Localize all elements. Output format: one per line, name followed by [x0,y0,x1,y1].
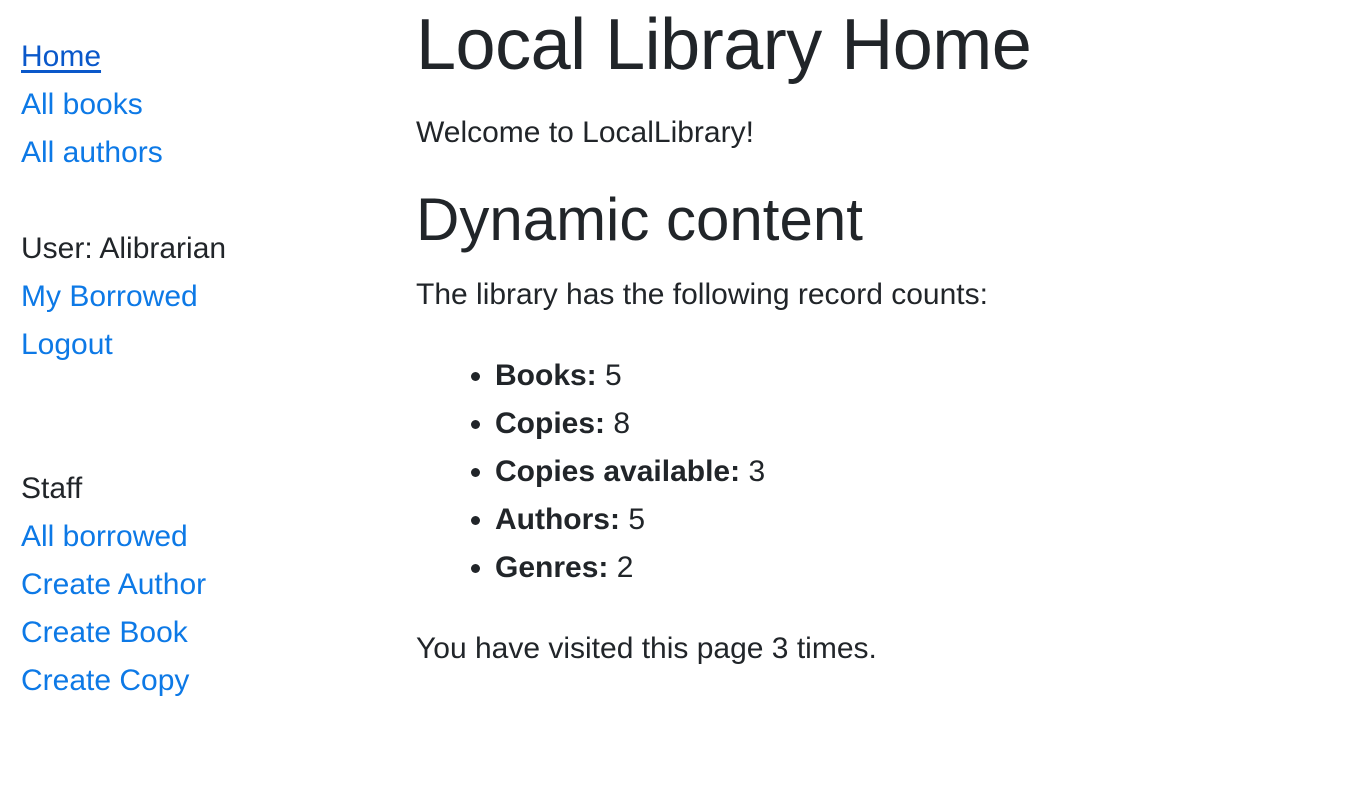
welcome-text: Welcome to LocalLibrary! [416,116,754,149]
nav-link-all-authors[interactable]: All authors [21,136,163,169]
nav-item-all-authors: All authors [21,129,361,177]
nav-link-all-borrowed[interactable]: All borrowed [21,520,188,553]
user-nav: User: Alibrarian My Borrowed Logout [21,225,361,369]
visit-count-text: You have visited this page 3 times. [416,632,877,665]
count-item-genres: Genres: 2 [495,544,1316,592]
sidebar: Home All books All authors User: Alibrar… [21,33,361,705]
counts-intro: The library has the following record cou… [416,278,988,311]
count-item-books: Books: 5 [495,352,1316,400]
count-label: Authors: [495,503,620,536]
staff-spacer [21,369,361,465]
count-label: Genres: [495,551,609,584]
count-label: Books: [495,359,597,392]
count-value: 8 [613,407,631,440]
count-label: Copies available: [495,455,741,488]
count-value: 5 [628,503,646,536]
nav-item-create-copy: Create Copy [21,657,361,705]
dynamic-content-heading: Dynamic content [416,186,863,253]
count-item-copies-available: Copies available: 3 [495,448,1316,496]
staff-nav: Staff All borrowed Create Author Create … [21,465,361,705]
nav-link-home[interactable]: Home [21,40,101,73]
nav-item-my-borrowed: My Borrowed [21,273,361,321]
count-label: Copies: [495,407,606,440]
staff-label: Staff [21,472,83,505]
count-item-authors: Authors: 5 [495,496,1316,544]
nav-item-logout: Logout [21,321,361,369]
count-value: 5 [605,359,622,392]
main-nav: Home All books All authors [21,33,361,177]
nav-link-all-books[interactable]: All books [21,88,143,121]
main-content: Local Library Home Welcome to LocalLibra… [416,0,1316,671]
record-counts-list: Books: 5 Copies: 8 Copies available: 3 A… [416,352,1316,592]
nav-item-home: Home [21,33,361,81]
nav-link-create-copy[interactable]: Create Copy [21,664,189,697]
nav-link-logout[interactable]: Logout [21,328,113,361]
count-value: 3 [748,455,766,488]
nav-link-create-author[interactable]: Create Author [21,568,206,601]
count-value: 2 [616,551,634,584]
nav-item-all-borrowed: All borrowed [21,513,361,561]
page-title: Local Library Home [416,5,1032,85]
page: Home All books All authors User: Alibrar… [0,0,1350,810]
nav-item-create-book: Create Book [21,609,361,657]
nav-link-create-book[interactable]: Create Book [21,616,188,649]
count-item-copies: Copies: 8 [495,400,1316,448]
nav-item-all-books: All books [21,81,361,129]
nav-link-my-borrowed[interactable]: My Borrowed [21,280,198,313]
nav-item-create-author: Create Author [21,561,361,609]
user-label: User: Alibrarian [21,232,227,265]
